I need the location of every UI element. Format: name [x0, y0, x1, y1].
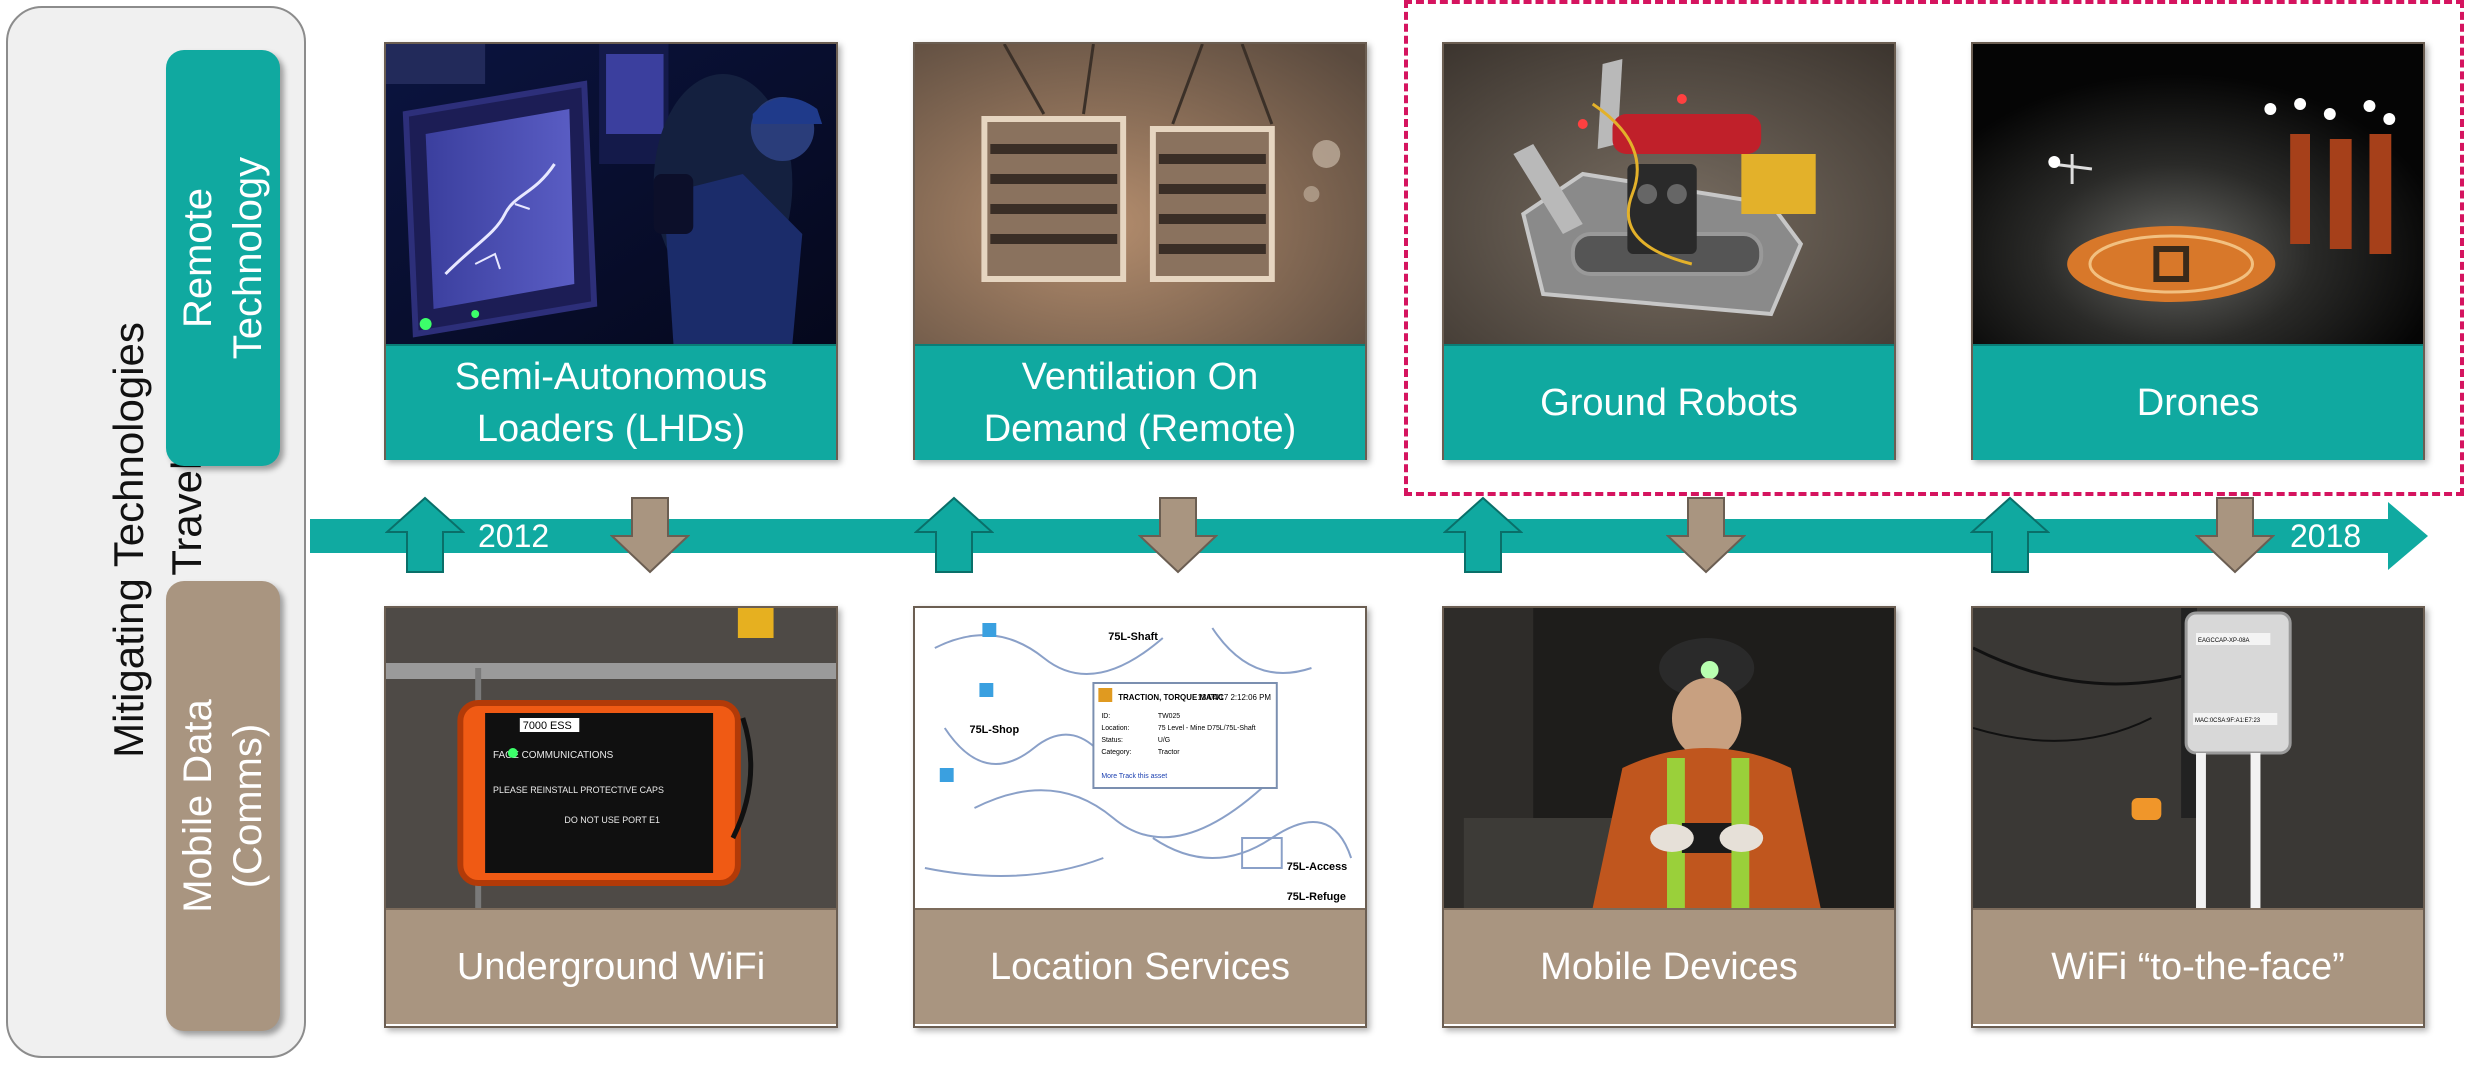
remote-technology-label: Remote Technology	[166, 50, 280, 466]
drone-landing-pad-photo	[1973, 44, 2423, 344]
svg-text:13/04/17 2:12:06 PM: 13/04/17 2:12:06 PM	[1197, 693, 1271, 702]
svg-text:DO NOT USE PORT E1: DO NOT USE PORT E1	[564, 815, 660, 825]
card-caption: Location Services	[915, 908, 1365, 1024]
caption-line-1: Mobile Devices	[1540, 946, 1798, 988]
card-location-services: 75L-Shaft 75L-Shop 75L-Access 75L-Refuge…	[913, 606, 1367, 1028]
caption-line-1: Ground Robots	[1540, 382, 1798, 424]
svg-text:75L-Shaft: 75L-Shaft	[1108, 631, 1158, 643]
card-drones: Drones	[1971, 42, 2425, 460]
card-underground-wifi: 7000 ESS FACE COMMUNICATIONS PLEASE REIN…	[384, 606, 838, 1028]
svg-text:More Track this asset: More Track this asset	[1101, 773, 1167, 780]
up-arrow-icon	[1443, 496, 1523, 573]
card-wifi-to-the-face: EAGCCAP-XP-08A MAC:0CSA:9F:A1:E7:23 WiFi…	[1971, 606, 2425, 1028]
down-arrow-icon	[1666, 497, 1746, 574]
card-semi-autonomous-loaders: Semi-Autonomous Loaders (LHDs)	[384, 42, 838, 460]
svg-text:75L-Access: 75L-Access	[1287, 861, 1348, 873]
svg-text:EAGCCAP-XP-08A: EAGCCAP-XP-08A	[2198, 638, 2250, 644]
down-arrow-icon	[1138, 497, 1218, 574]
card-caption: Ventilation On Demand (Remote)	[915, 344, 1365, 460]
up-arrow-icon	[1970, 496, 2050, 573]
svg-text:Category:: Category:	[1101, 749, 1131, 756]
wifi-antenna-box-photo: EAGCCAP-XP-08A MAC:0CSA:9F:A1:E7:23	[1973, 608, 2423, 908]
timeline-arrow-head	[2388, 502, 2428, 570]
caption-line-2: Loaders (LHDs)	[476, 408, 746, 450]
svg-text:U/G: U/G	[1158, 737, 1170, 744]
svg-text:75L-Refuge: 75L-Refuge	[1287, 891, 1346, 903]
svg-text:7000 ESS: 7000 ESS	[523, 720, 572, 732]
wifi-access-point-photo: 7000 ESS FACE COMMUNICATIONS PLEASE REIN…	[386, 608, 836, 908]
svg-text:ID:: ID:	[1101, 713, 1110, 720]
svg-text:PLEASE REINSTALL PROTECTIVE CA: PLEASE REINSTALL PROTECTIVE CAPS	[493, 785, 664, 795]
side-panel: Mitigating Technologies For Area Isolati…	[6, 6, 306, 1058]
svg-text:75 Level - Mine D75L/75L-Shaft: 75 Level - Mine D75L/75L-Shaft	[1158, 725, 1256, 732]
svg-text:Tractor: Tractor	[1158, 749, 1180, 756]
mobile-label-line-2: (Comms)	[226, 723, 270, 889]
svg-text:Status:: Status:	[1101, 737, 1123, 744]
card-caption: Underground WiFi	[386, 908, 836, 1024]
caption-line-1: Drones	[2136, 382, 2260, 424]
tracked-robot-photo	[1444, 44, 1894, 344]
ventilation-doors-photo	[915, 44, 1365, 344]
down-arrow-icon	[2195, 497, 2275, 574]
caption-line-2: Demand (Remote)	[983, 408, 1297, 450]
card-ventilation-on-demand: Ventilation On Demand (Remote)	[913, 42, 1367, 460]
up-arrow-icon	[914, 496, 994, 573]
miner-with-device-photo	[1444, 608, 1894, 908]
svg-text:75L-Shop: 75L-Shop	[970, 724, 1020, 736]
card-caption: WiFi “to-the-face”	[1973, 908, 2423, 1024]
mine-map-photo: 75L-Shaft 75L-Shop 75L-Access 75L-Refuge…	[915, 608, 1365, 908]
card-caption: Mobile Devices	[1444, 908, 1894, 1024]
end-year: 2018	[2290, 518, 2362, 554]
mobile-data-label: Mobile Data (Comms)	[166, 581, 280, 1031]
caption-line-1: Ventilation On	[1021, 356, 1259, 398]
card-caption: Ground Robots	[1444, 344, 1894, 460]
start-year: 2012	[478, 518, 550, 554]
svg-text:Location:: Location:	[1101, 725, 1129, 732]
card-mobile-devices: Mobile Devices	[1442, 606, 1896, 1028]
card-ground-robots: Ground Robots	[1442, 42, 1896, 460]
side-title-line-1: Mitigating Technologies	[105, 322, 152, 758]
remote-label-line-1: Remote	[176, 187, 220, 329]
caption-line-1: Underground WiFi	[456, 946, 766, 988]
svg-text:MAC:0CSA:9F:A1:E7:23: MAC:0CSA:9F:A1:E7:23	[2195, 718, 2261, 724]
remote-label-line-2: Technology	[226, 156, 270, 360]
down-arrow-icon	[610, 497, 690, 574]
mobile-label-line-1: Mobile Data	[176, 699, 220, 913]
caption-line-1: Semi-Autonomous	[454, 356, 768, 398]
card-caption: Drones	[1973, 344, 2423, 460]
card-caption: Semi-Autonomous Loaders (LHDs)	[386, 344, 836, 460]
svg-text:TW025: TW025	[1158, 713, 1180, 720]
up-arrow-icon	[385, 496, 465, 573]
caption-line-1: WiFi “to-the-face”	[2051, 946, 2345, 988]
operator-console-photo	[386, 44, 836, 344]
caption-line-1: Location Services	[990, 946, 1290, 988]
